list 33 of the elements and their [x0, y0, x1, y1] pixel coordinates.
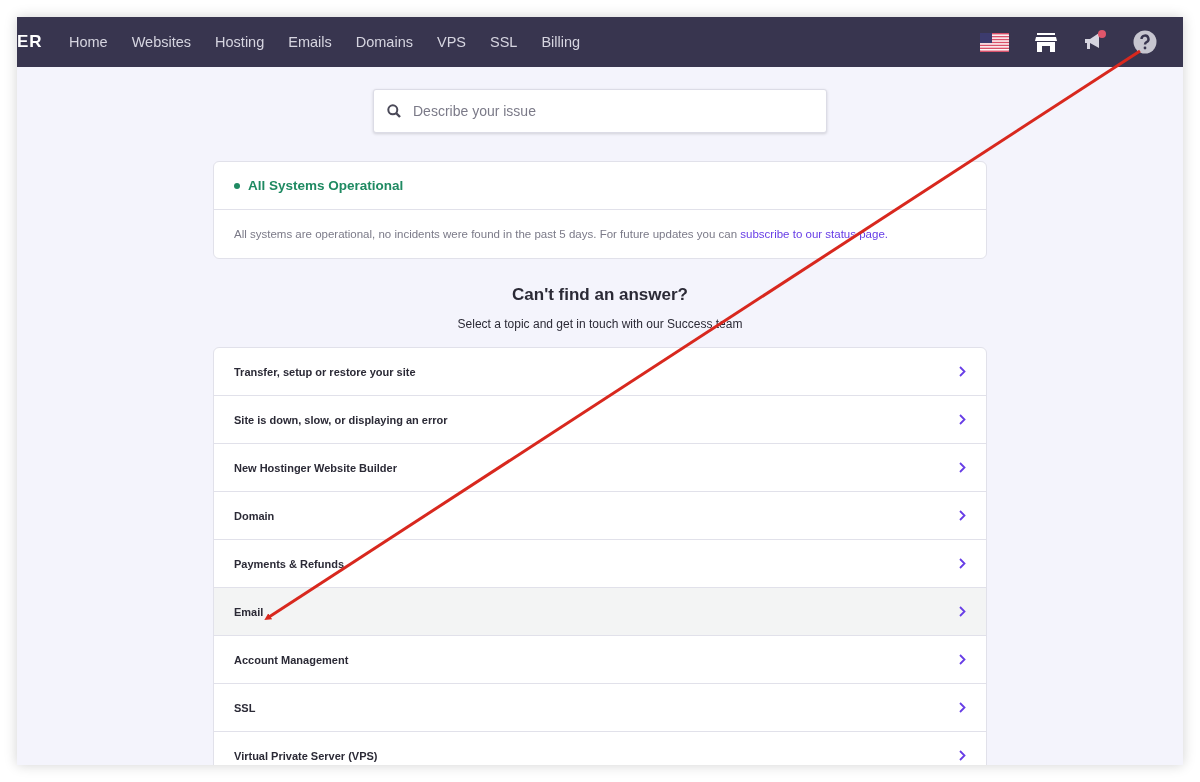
nav-link[interactable]: Hosting: [215, 34, 265, 50]
chevron-icon: [959, 510, 966, 521]
help-icon[interactable]: [1133, 30, 1157, 54]
flag-icon[interactable]: [980, 32, 1009, 52]
search-field[interactable]: Describe your issue: [373, 89, 827, 133]
nav-link[interactable]: Emails: [288, 34, 332, 50]
chevron-icon: [959, 606, 966, 617]
chevron-icon: [959, 750, 966, 761]
chevron-icon: [959, 366, 966, 377]
topic-item[interactable]: Domain: [214, 492, 986, 540]
nav-link[interactable]: Websites: [131, 34, 192, 50]
help-heading: Can't find an answer?: [512, 285, 688, 305]
topic-item[interactable]: Virtual Private Server (VPS): [214, 732, 986, 765]
chevron-icon: [959, 558, 966, 569]
chevron-icon: [959, 654, 966, 665]
nav-link[interactable]: VPS: [436, 34, 466, 50]
topic-item[interactable]: Site is down, slow, or displaying an error: [214, 396, 986, 444]
chevron-icon: [959, 462, 966, 473]
topic-item[interactable]: SSL: [214, 684, 986, 732]
chevron-icon: [959, 702, 966, 713]
topic-item[interactable]: Transfer, setup or restore your site: [214, 348, 986, 396]
topic-item[interactable]: New Hostinger Website Builder: [214, 444, 986, 492]
nav-link[interactable]: SSL: [490, 34, 518, 50]
logo-text[interactable]: ER: [17, 32, 53, 52]
chevron-icon: [959, 414, 966, 425]
search-icon: [387, 104, 401, 118]
status-title: All Systems Operational: [248, 178, 404, 193]
store-icon[interactable]: [1035, 32, 1057, 52]
topic-item[interactable]: Email: [214, 588, 986, 636]
nav-link[interactable]: Billing: [541, 34, 581, 50]
topic-item[interactable]: Account Management: [214, 636, 986, 684]
nav-link[interactable]: Domains: [355, 34, 413, 50]
nav-link[interactable]: Home: [69, 34, 108, 50]
